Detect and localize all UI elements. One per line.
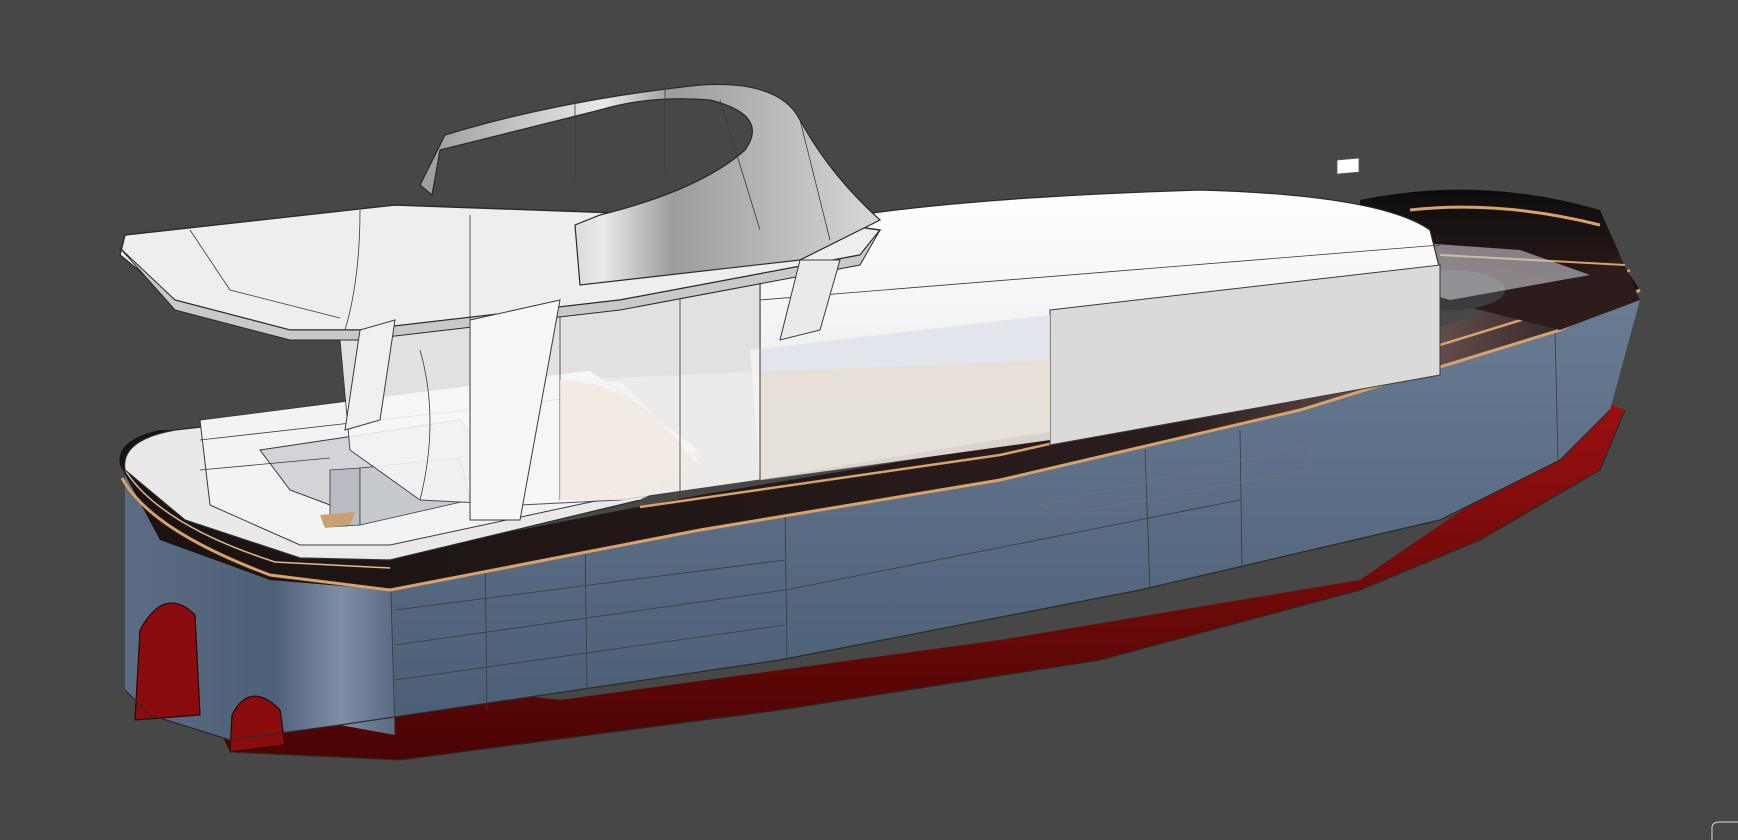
boat-model-render <box>119 83 1738 840</box>
cabin-small-window <box>1336 157 1360 175</box>
3d-viewport[interactable] <box>0 0 1738 840</box>
view-cube-icon[interactable] <box>1711 821 1738 840</box>
